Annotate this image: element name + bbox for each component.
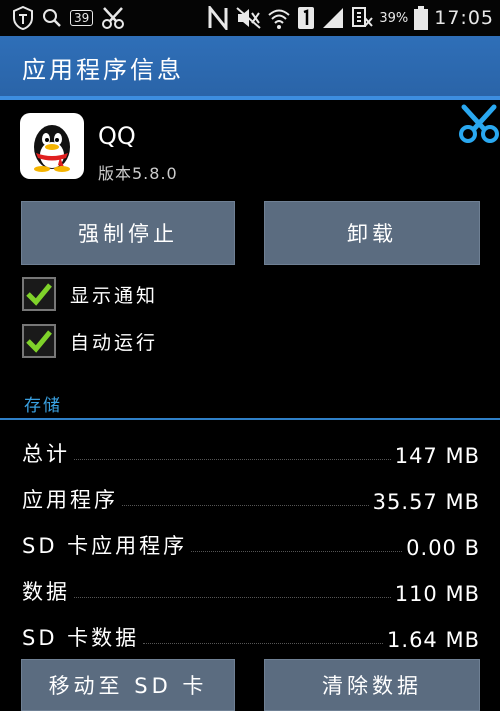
battery-icon (414, 6, 429, 30)
force-stop-button[interactable]: 强制停止 (21, 201, 235, 265)
app-name: QQ (98, 122, 136, 150)
n-icon (207, 6, 229, 30)
storage-row-data: 数据 110 MB (22, 570, 480, 606)
signal-icon (321, 6, 345, 30)
data-icon (351, 6, 374, 30)
storage-label: 总计 (22, 442, 70, 466)
scissors-icon (101, 6, 125, 30)
shield-icon (12, 6, 34, 30)
auto-run-label: 自动运行 (70, 331, 159, 354)
move-to-sd-button[interactable]: 移动至 SD 卡 (21, 659, 235, 711)
dotted-leader (74, 459, 391, 460)
dotted-leader (143, 643, 384, 644)
page-title: 应用程序信息 (22, 56, 184, 84)
battery-percent: 39% (379, 10, 409, 26)
check-icon (26, 283, 52, 306)
search-icon (42, 8, 62, 28)
storage-value: 0.00 B (406, 536, 480, 560)
storage-value: 110 MB (394, 582, 480, 606)
clear-data-button[interactable]: 清除数据 (264, 659, 480, 711)
storage-value: 35.57 MB (372, 490, 480, 514)
storage-section-label: 存储 (24, 396, 62, 416)
title-bar: 应用程序信息 (0, 36, 500, 100)
status-bar: 39 39% 17:05 (0, 0, 500, 36)
show-notifications-label: 显示通知 (70, 284, 159, 307)
storage-row-sd-data: SD 卡数据 1.64 MB (22, 616, 480, 652)
storage-label: SD 卡数据 (22, 626, 140, 650)
storage-label: SD 卡应用程序 (22, 534, 188, 558)
auto-run-checkbox[interactable] (22, 324, 56, 358)
show-notifications-option[interactable]: 显示通知 (22, 275, 158, 313)
storage-row-app: 应用程序 35.57 MB (22, 478, 480, 514)
show-notifications-checkbox[interactable] (22, 277, 56, 311)
storage-value: 1.64 MB (387, 628, 480, 652)
storage-row-total: 总计 147 MB (22, 432, 480, 468)
wifi-icon (267, 6, 291, 30)
sim-icon (297, 6, 315, 30)
storage-value: 147 MB (394, 444, 480, 468)
storage-label: 数据 (22, 580, 70, 604)
auto-run-option[interactable]: 自动运行 (22, 322, 158, 360)
dotted-leader (191, 551, 403, 552)
notification-count-badge: 39 (70, 10, 94, 26)
section-divider (0, 418, 500, 420)
scissors-icon[interactable] (458, 104, 500, 146)
check-icon (26, 330, 52, 353)
uninstall-button[interactable]: 卸载 (264, 201, 480, 265)
storage-row-sd-app: SD 卡应用程序 0.00 B (22, 524, 480, 560)
storage-label: 应用程序 (22, 488, 118, 512)
qq-penguin-icon (20, 113, 84, 179)
clock: 17:05 (434, 7, 494, 29)
mute-icon (235, 6, 261, 30)
app-version: 版本5.8.0 (98, 164, 178, 183)
dotted-leader (122, 505, 369, 506)
dotted-leader (74, 597, 391, 598)
